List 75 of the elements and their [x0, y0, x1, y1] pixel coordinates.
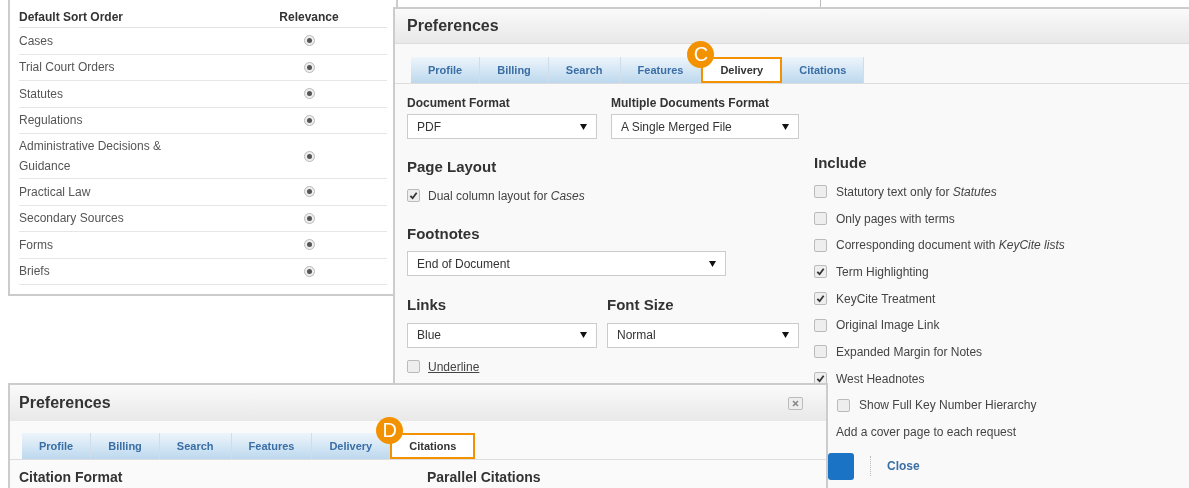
- close-link[interactable]: Close: [887, 457, 920, 476]
- field-label: Document Format: [407, 95, 511, 112]
- row-label: Regulations: [19, 112, 84, 130]
- field-label: Multiple Documents Format: [611, 95, 770, 112]
- checkbox[interactable]: [407, 360, 420, 373]
- tab[interactable]: Billing: [480, 57, 549, 83]
- checkbox[interactable]: [814, 318, 827, 332]
- radio-button[interactable]: [303, 265, 315, 277]
- row-label: Statutes: [19, 85, 65, 103]
- tab[interactable]: Citations: [782, 57, 865, 83]
- checkbox-label: West Headnotes: [836, 370, 925, 388]
- checkbox[interactable]: [814, 212, 827, 226]
- caret-icon: [580, 123, 587, 130]
- section-heading: Links: [407, 295, 448, 315]
- tab[interactable]: Search: [548, 57, 621, 83]
- checkbox[interactable]: [814, 185, 827, 199]
- radio-button[interactable]: [303, 239, 315, 251]
- dropdown[interactable]: A Single Merged File: [611, 114, 799, 139]
- checkbox-label: Original Image Link: [836, 317, 940, 335]
- row-label: Cases: [19, 32, 54, 50]
- radio-button[interactable]: [303, 114, 315, 126]
- row-label: Administrative Decisions & Guidance: [19, 138, 163, 175]
- dropdown[interactable]: End of Document: [407, 251, 726, 276]
- checkbox-label: Dual column layout for Cases: [428, 187, 585, 205]
- checkbox[interactable]: [814, 345, 827, 359]
- row-label: Trial Court Orders: [19, 59, 116, 77]
- section-heading: Footnotes: [407, 223, 481, 244]
- caret-icon: [782, 332, 789, 338]
- section-heading: Include: [814, 153, 868, 173]
- section-heading: Page Layout: [407, 157, 498, 177]
- caret-icon: [782, 123, 789, 130]
- checkbox-label: Statutory text only for Statutes: [836, 183, 997, 201]
- close-button[interactable]: [788, 396, 803, 410]
- dialog-title: Preferences: [407, 16, 499, 36]
- row-label: Practical Law: [19, 183, 92, 201]
- row-label: Briefs: [19, 263, 51, 281]
- checkbox[interactable]: [814, 265, 827, 279]
- checkbox-label: Underline: [428, 358, 480, 376]
- checkbox[interactable]: [814, 292, 827, 306]
- option-text: Add a cover page to each request: [836, 423, 1018, 441]
- checkbox-label: Expanded Margin for Notes: [836, 343, 983, 361]
- section-heading: Citation Format: [19, 468, 124, 487]
- column-header: Relevance: [278, 8, 340, 26]
- checkbox-label: Corresponding document with KeyCite lists: [836, 237, 1065, 255]
- dropdown[interactable]: Blue: [407, 322, 597, 348]
- radio-button[interactable]: [303, 186, 315, 198]
- radio-button[interactable]: [303, 212, 315, 224]
- dropdown[interactable]: PDF: [407, 114, 597, 139]
- radio-button[interactable]: [303, 88, 315, 100]
- close-icon: [792, 399, 799, 407]
- checkbox-label: Term Highlighting: [836, 263, 929, 281]
- radio-button[interactable]: [303, 150, 315, 162]
- checkbox[interactable]: [814, 238, 827, 252]
- caret-icon: [709, 260, 716, 267]
- caret-icon: [580, 332, 587, 338]
- checkbox[interactable]: [407, 189, 420, 202]
- column-header: Default Sort Order: [19, 8, 124, 26]
- section-heading: Font Size: [607, 295, 675, 315]
- dropdown[interactable]: Normal: [607, 322, 799, 348]
- checkbox-label: Only pages with terms: [836, 210, 955, 228]
- tab[interactable]: Search: [159, 433, 232, 459]
- tab[interactable]: Features: [231, 433, 313, 459]
- checkbox-label: Show Full Key Number Hierarchy: [859, 397, 1037, 415]
- radio-button[interactable]: [303, 35, 315, 47]
- section-heading: Parallel Citations: [427, 468, 541, 487]
- row-label: Forms: [19, 236, 54, 254]
- tab[interactable]: Profile: [411, 57, 481, 83]
- radio-button[interactable]: [303, 61, 315, 73]
- tab[interactable]: Billing: [91, 433, 160, 459]
- checkbox[interactable]: [837, 398, 850, 412]
- checkbox-label: KeyCite Treatment: [836, 290, 936, 308]
- dialog-title: Preferences: [19, 393, 111, 413]
- tab[interactable]: Profile: [22, 433, 92, 459]
- row-label: Secondary Sources: [19, 210, 125, 228]
- button[interactable]: [828, 452, 854, 480]
